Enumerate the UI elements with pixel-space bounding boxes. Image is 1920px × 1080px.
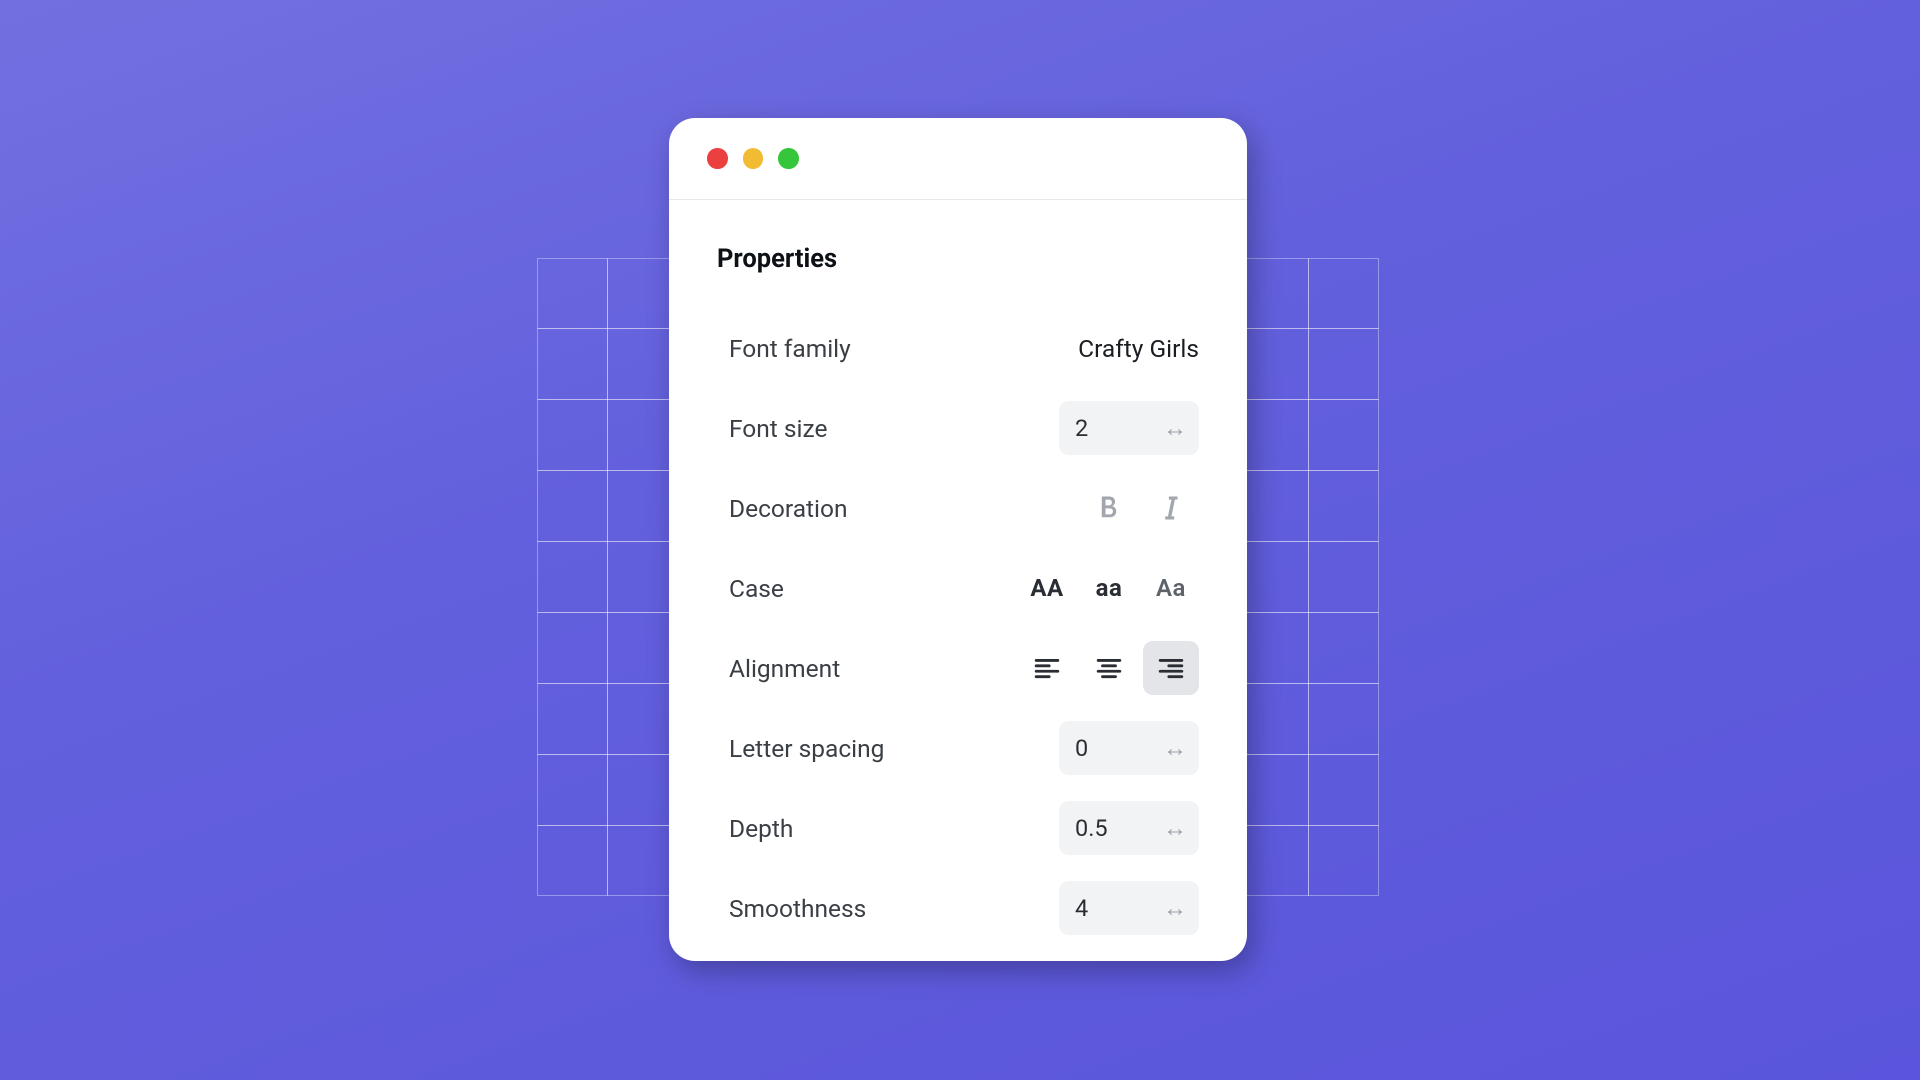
row-alignment: Alignment xyxy=(717,628,1199,708)
properties-panel: Properties Font family Crafty Girls Font… xyxy=(669,118,1247,961)
font-size-value: 2 xyxy=(1075,414,1088,442)
panel-title: Properties xyxy=(717,244,1199,274)
drag-horizontal-icon[interactable]: ↔ xyxy=(1163,736,1187,760)
align-right-icon xyxy=(1158,657,1184,679)
smoothness-input[interactable]: 4 ↔ xyxy=(1059,881,1199,935)
case-lower-icon: aa xyxy=(1096,574,1123,602)
case-upper-icon: AA xyxy=(1030,574,1063,602)
label-smoothness: Smoothness xyxy=(717,894,866,923)
label-depth: Depth xyxy=(717,814,793,843)
row-smoothness: Smoothness 4 ↔ xyxy=(717,868,1199,948)
depth-input[interactable]: 0.5 ↔ xyxy=(1059,801,1199,855)
case-mixed-button[interactable]: Aa xyxy=(1143,561,1199,615)
bold-button[interactable] xyxy=(1081,481,1137,535)
italic-button[interactable] xyxy=(1143,481,1199,535)
case-upper-button[interactable]: AA xyxy=(1019,561,1075,615)
label-case: Case xyxy=(717,574,784,603)
row-letter-spacing: Letter spacing 0 ↔ xyxy=(717,708,1199,788)
label-letter-spacing: Letter spacing xyxy=(717,734,884,763)
align-center-icon xyxy=(1096,657,1122,679)
label-decoration: Decoration xyxy=(717,494,848,523)
bold-icon xyxy=(1098,495,1120,521)
row-case: Case AA aa Aa xyxy=(717,548,1199,628)
drag-horizontal-icon[interactable]: ↔ xyxy=(1163,896,1187,920)
panel-content: Properties Font family Crafty Girls Font… xyxy=(669,200,1247,948)
align-left-icon xyxy=(1034,657,1060,679)
row-depth: Depth 0.5 ↔ xyxy=(717,788,1199,868)
row-font-family: Font family Crafty Girls xyxy=(717,308,1199,388)
italic-icon xyxy=(1161,495,1181,521)
font-family-value[interactable]: Crafty Girls xyxy=(1078,334,1199,363)
row-decoration: Decoration xyxy=(717,468,1199,548)
case-mixed-icon: Aa xyxy=(1156,574,1186,602)
align-left-button[interactable] xyxy=(1019,641,1075,695)
smoothness-value: 4 xyxy=(1075,894,1088,922)
align-right-button[interactable] xyxy=(1143,641,1199,695)
align-center-button[interactable] xyxy=(1081,641,1137,695)
font-size-input[interactable]: 2 ↔ xyxy=(1059,401,1199,455)
window-minimize-icon[interactable] xyxy=(743,148,764,169)
drag-horizontal-icon[interactable]: ↔ xyxy=(1163,416,1187,440)
window-zoom-icon[interactable] xyxy=(778,148,799,169)
letter-spacing-input[interactable]: 0 ↔ xyxy=(1059,721,1199,775)
letter-spacing-value: 0 xyxy=(1075,734,1088,762)
row-font-size: Font size 2 ↔ xyxy=(717,388,1199,468)
window-close-icon[interactable] xyxy=(707,148,728,169)
case-lower-button[interactable]: aa xyxy=(1081,561,1137,615)
label-font-size: Font size xyxy=(717,414,827,443)
label-alignment: Alignment xyxy=(717,654,840,683)
depth-value: 0.5 xyxy=(1075,814,1108,842)
label-font-family: Font family xyxy=(717,334,851,363)
window-titlebar xyxy=(669,118,1247,200)
drag-horizontal-icon[interactable]: ↔ xyxy=(1163,816,1187,840)
